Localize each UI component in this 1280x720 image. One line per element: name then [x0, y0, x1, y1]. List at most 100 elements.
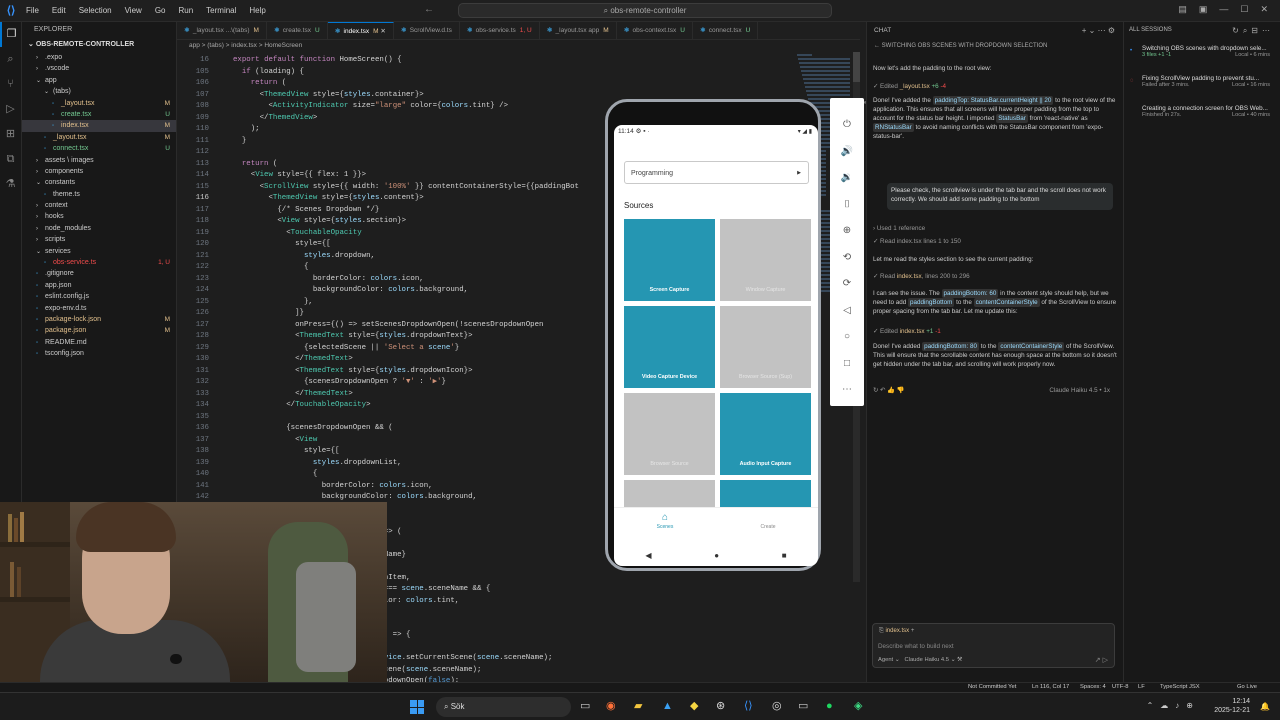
code-line[interactable]: 110 );: [177, 124, 260, 136]
code-line[interactable]: 122 {: [177, 262, 309, 274]
code-line[interactable]: 136 {scenesDropdownOpen && (: [177, 423, 393, 435]
more-icon[interactable]: ⋯: [830, 377, 864, 404]
tree-item[interactable]: ▫ expo-env.d.ts: [22, 303, 176, 314]
recents-icon[interactable]: ■: [782, 551, 787, 560]
source-tile[interactable]: Video Capture Device: [624, 306, 715, 388]
git-status[interactable]: Not Committed Yet: [968, 683, 1016, 692]
indentation[interactable]: Spaces: 4: [1080, 683, 1106, 692]
editor-tab[interactable]: ⚛ ScrollView.d.ts: [394, 22, 460, 39]
clock[interactable]: 12:14 2025-12-21: [1214, 697, 1250, 715]
code-line[interactable]: 128 <ThemedText style={styles.dropdownTe…: [177, 331, 473, 343]
overview-icon[interactable]: □: [830, 351, 864, 378]
tree-item[interactable]: ⌄ app: [22, 75, 176, 86]
editor-tab[interactable]: ⚛ create.tsx U: [267, 22, 328, 39]
menu-item-selection[interactable]: Selection: [79, 6, 112, 15]
tree-item[interactable]: ▫ tsconfig.json: [22, 348, 176, 359]
editor-tab[interactable]: ⚛ _layout.tsx ...\(tabs) M: [177, 22, 267, 39]
chat-input-box[interactable]: ⎘ index.tsx + Describe what to build nex…: [872, 623, 1115, 668]
back-icon[interactable]: ◀: [645, 551, 651, 560]
vscode-taskbar-icon[interactable]: ⟨⟩: [744, 699, 753, 713]
thumbs-down-icon[interactable]: 👎: [897, 387, 905, 394]
code-line[interactable]: 105 if (loading) {: [177, 67, 304, 79]
tree-item[interactable]: › components: [22, 166, 176, 177]
maximize-icon[interactable]: ☐: [1240, 4, 1248, 15]
menu-item-file[interactable]: File: [26, 6, 39, 15]
edit-entry-2[interactable]: ✓ Edited index.tsx +1 -1: [873, 327, 1118, 336]
tree-item[interactable]: ▫ app.json: [22, 280, 176, 291]
tree-item[interactable]: › node_modules: [22, 223, 176, 234]
code-line[interactable]: 129 {selectedScene || 'Select a scene'}: [177, 343, 460, 355]
code-line[interactable]: 131 <ThemedText style={styles.dropdownIc…: [177, 366, 473, 378]
terminal-icon[interactable]: ▭: [798, 699, 808, 713]
chat-actions-icon[interactable]: + ⌄ ⋯ ⚙: [1082, 22, 1115, 40]
android-studio-icon[interactable]: ◈: [854, 699, 862, 713]
explorer-icon[interactable]: ❐: [0, 22, 21, 47]
tree-item[interactable]: ▫ eslint.config.js: [22, 291, 176, 302]
editor-tab[interactable]: ⚛ index.tsx M ✕: [327, 22, 394, 39]
tree-item[interactable]: ▫ _layout.tsx M: [22, 98, 176, 109]
code-line[interactable]: 114 <View style={{ flex: 1 }}>: [177, 170, 366, 182]
code-line[interactable]: 123 borderColor: colors.icon,: [177, 274, 424, 286]
testing-icon[interactable]: ⚗: [0, 172, 21, 197]
back-icon[interactable]: ◁: [830, 298, 864, 325]
scrollbar-thumb[interactable]: [853, 52, 860, 82]
code-line[interactable]: 119 <TouchableOpacity: [177, 228, 362, 240]
code-line[interactable]: 117 {/* Scenes Dropdown */}: [177, 205, 380, 217]
tree-item[interactable]: › scripts: [22, 234, 176, 245]
context-chip[interactable]: ⎘ index.tsx +: [879, 628, 914, 635]
home-nav-icon[interactable]: ●: [714, 551, 719, 560]
power-icon[interactable]: ⏻: [830, 112, 864, 139]
menu-item-edit[interactable]: Edit: [52, 6, 66, 15]
run-debug-icon[interactable]: ▷: [0, 97, 21, 122]
firefox-icon[interactable]: ◉: [606, 699, 616, 713]
code-line[interactable]: 118 <View style={styles.section}>: [177, 216, 406, 228]
sessions-actions-icon[interactable]: ↻⌕⊟⋯: [1232, 22, 1274, 39]
code-line[interactable]: 125 },: [177, 297, 313, 309]
code-line[interactable]: 16 export default function HomeScreen() {: [177, 55, 401, 67]
breadcrumb[interactable]: app > (tabs) > index.tsx > HomeScreen: [177, 40, 860, 52]
tab-create[interactable]: Create: [738, 512, 798, 530]
editor-tab[interactable]: ⚛ obs-context.tsx U: [617, 22, 693, 39]
read-entry-1[interactable]: ✓ Read index.tsx lines 1 to 150: [873, 237, 1118, 246]
tree-item[interactable]: ▫ package-lock.json M: [22, 314, 176, 325]
chat-input-placeholder[interactable]: Describe what to build next: [878, 643, 954, 650]
session-item[interactable]: ◌ Fixing ScrollView padding to prevent st…: [1124, 75, 1280, 101]
tree-item[interactable]: ⌄ (tabs): [22, 86, 176, 97]
tree-item[interactable]: ⌄ constants: [22, 177, 176, 188]
code-line[interactable]: 109 </ThemedView>: [177, 113, 318, 125]
tree-item[interactable]: › .expo: [22, 52, 176, 63]
code-line[interactable]: 106 return (: [177, 78, 287, 90]
source-tile[interactable]: Browser Source: [624, 393, 715, 475]
file-explorer-icon[interactable]: ▰: [634, 699, 642, 713]
volume-up-icon[interactable]: 🔊: [830, 139, 864, 166]
editor-tab[interactable]: ⚛ obs-service.ts 1, U: [460, 22, 540, 39]
remote-icon[interactable]: ⧉: [0, 147, 21, 172]
code-line[interactable]: 137 <View: [177, 435, 318, 447]
extensions-icon[interactable]: ⊞: [0, 122, 21, 147]
tree-item[interactable]: ▫ connect.tsx U: [22, 143, 176, 154]
home-icon[interactable]: ○: [830, 324, 864, 351]
code-line[interactable]: 135: [177, 412, 233, 424]
tree-item[interactable]: › context: [22, 200, 176, 211]
menu-item-view[interactable]: View: [125, 6, 142, 15]
rotate-right-icon[interactable]: ⟳: [830, 271, 864, 298]
cursor-position[interactable]: Ln 116, Col 17: [1032, 683, 1069, 692]
encoding[interactable]: UTF-8: [1112, 683, 1128, 692]
tree-item[interactable]: ▫ README.md: [22, 337, 176, 348]
source-tile[interactable]: Window Capture: [720, 219, 811, 301]
code-line[interactable]: 113 return (: [177, 159, 278, 171]
emulator-screen[interactable]: 11:14 ⚙ ▪ · ▾ ◢ ▮ Programming ▶ Sources …: [614, 125, 818, 566]
tab-close-icon[interactable]: ✕: [379, 28, 385, 35]
code-line[interactable]: 121 styles.dropdown,: [177, 251, 375, 263]
source-control-icon[interactable]: ⑂: [0, 72, 21, 97]
code-line[interactable]: 133 </ThemedText>: [177, 389, 353, 401]
obs-icon[interactable]: ◎: [772, 699, 782, 713]
code-line[interactable]: 130 </ThemedText>: [177, 354, 353, 366]
session-item[interactable]: Creating a connection screen for OBS Web…: [1124, 105, 1280, 131]
read-entry-2[interactable]: ✓ Read index.tsx, lines 200 to 296: [873, 272, 1118, 281]
thumbs-up-icon[interactable]: 👍: [887, 387, 895, 394]
code-line[interactable]: 107 <ThemedView style={styles.container}…: [177, 90, 424, 102]
task-view-icon[interactable]: ▭: [580, 699, 590, 713]
tree-item[interactable]: ▫ index.tsx M: [22, 120, 176, 132]
undo-icon[interactable]: ↶: [880, 387, 885, 394]
